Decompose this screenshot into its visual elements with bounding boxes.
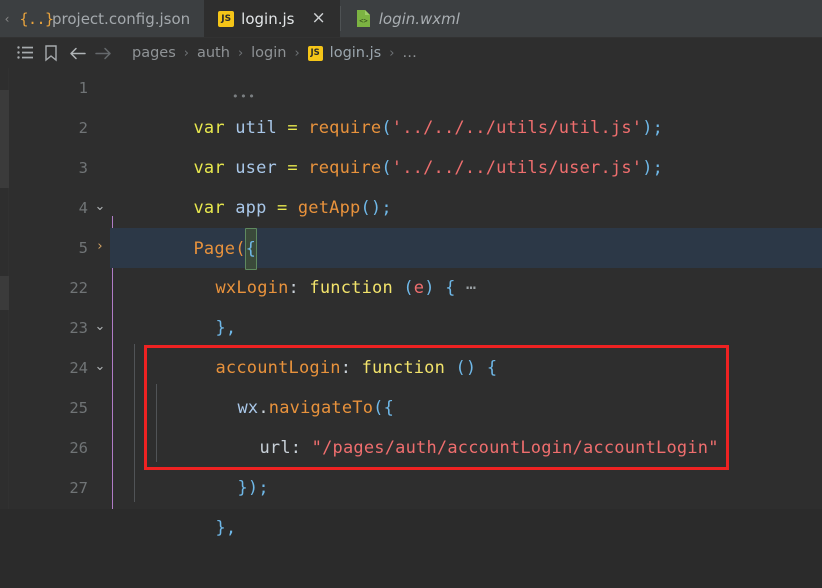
editor-tab-label: login.js: [241, 9, 295, 28]
marker-segment: [0, 276, 9, 310]
fold-expanded-icon[interactable]: ⌄: [92, 188, 108, 228]
breadcrumb-item-auth[interactable]: auth: [195, 45, 232, 61]
line-number: 25: [69, 399, 88, 417]
line-number: 1: [78, 79, 88, 97]
line-number: 5: [78, 239, 88, 257]
wxml-file-icon: <>: [355, 10, 372, 27]
code-line-3[interactable]: var app = getApp();: [110, 148, 392, 218]
navigate-back-icon[interactable]: [64, 42, 90, 64]
breadcrumb-item-login-js[interactable]: login.js: [328, 45, 384, 61]
token-operator: =: [276, 198, 288, 218]
line-number: 24: [69, 359, 88, 377]
editor-tab-login-js[interactable]: JS login.js ×: [204, 0, 340, 37]
fold-expanded-icon[interactable]: ⌄: [92, 348, 108, 388]
editor-marker-strip[interactable]: [0, 68, 9, 509]
editor-tab-project-config-json[interactable]: {..} project.config.json: [14, 0, 205, 37]
breadcrumb-path: pages › auth › login › JS login.js › …: [130, 45, 419, 61]
code-line-2[interactable]: var user = require('../../../utils/user.…: [110, 108, 663, 178]
code-line-26[interactable]: });: [154, 428, 269, 498]
folded-code-ellipsis[interactable]: ⋯: [466, 278, 476, 298]
token-brace: {: [486, 358, 498, 378]
token-function: getApp: [297, 198, 361, 218]
gutter-row: 23 ⌄: [9, 308, 110, 348]
editor-tab-label: project.config.json: [52, 9, 191, 28]
token-brace: },: [215, 518, 237, 538]
token-call: ();: [360, 198, 392, 218]
vscode-editor-window: ‹ {..} project.config.json JS login.js ×…: [0, 0, 822, 538]
code-editor[interactable]: 1 2 3 4 ⌄ 5 › 22 23 ⌄ 24 ⌄ 25 26 27 var …: [0, 68, 822, 538]
json-file-icon: {..}: [19, 9, 54, 28]
breadcrumb: pages › auth › login › JS login.js › …: [0, 38, 822, 68]
gutter-row: 1: [9, 68, 110, 108]
breadcrumb-item-pages[interactable]: pages: [130, 45, 178, 61]
gutter-row: 4 ⌄: [9, 188, 110, 228]
token-colon: :: [290, 438, 302, 458]
code-text-area[interactable]: var util = require('../../../utils/util.…: [110, 68, 822, 538]
gutter-row: 3: [9, 148, 110, 188]
gutter-row: 27: [9, 468, 110, 508]
editor-tab-label: login.wxml: [378, 9, 460, 28]
token-paren-close: ): [424, 278, 435, 298]
code-line-24[interactable]: wx.navigateTo({: [154, 348, 394, 418]
code-line-23[interactable]: accountLogin: function () {: [132, 308, 497, 378]
chevron-right-icon: ›: [294, 45, 300, 61]
code-line-1[interactable]: var util = require('../../../utils/util.…: [110, 68, 663, 138]
chevron-right-icon: ›: [183, 45, 189, 61]
breadcrumb-item-login[interactable]: login: [249, 45, 288, 61]
editor-tab-login-wxml[interactable]: <> login.wxml: [340, 0, 474, 37]
close-icon[interactable]: ×: [311, 10, 325, 27]
chevron-right-icon: ›: [389, 45, 395, 61]
fold-collapsed-icon[interactable]: ›: [92, 228, 108, 268]
line-number: 23: [69, 319, 88, 337]
gutter-row: 25: [9, 388, 110, 428]
editor-tab-bar: ‹ {..} project.config.json JS login.js ×…: [0, 0, 822, 38]
line-number: 22: [69, 279, 88, 297]
token-string: "/pages/auth/accountLogin/accountLogin": [311, 438, 719, 458]
fold-expanded-icon[interactable]: ⌄: [92, 308, 108, 348]
line-number: 27: [69, 479, 88, 497]
js-file-icon: JS: [307, 45, 323, 61]
gutter-row: 26: [9, 428, 110, 468]
token-brace: {: [445, 278, 456, 298]
marker-segment: [0, 90, 9, 188]
token-string: '../../../utils/user.js': [391, 158, 643, 178]
token-parens: (): [455, 358, 477, 378]
code-line-4[interactable]: Page({: [110, 188, 258, 270]
token-paren: (: [403, 278, 414, 298]
line-number: 3: [78, 159, 88, 177]
gutter-row: 22: [9, 268, 110, 308]
chevron-right-icon: ›: [237, 45, 244, 61]
breadcrumb-item-more[interactable]: …: [400, 45, 419, 61]
gutter-row: 2: [9, 108, 110, 148]
token-function-keyword: function: [309, 278, 393, 298]
code-line-25[interactable]: url: "/pages/auth/accountLogin/accountLo…: [176, 388, 719, 458]
js-file-icon: JS: [218, 10, 235, 27]
chevron-left-icon[interactable]: ‹: [0, 0, 14, 37]
line-number: 26: [69, 439, 88, 457]
gutter-row: 24 ⌄: [9, 348, 110, 388]
token-colon: :: [288, 278, 299, 298]
gutter-row: 5 ›: [9, 228, 110, 268]
structure-list-icon[interactable]: [12, 42, 38, 64]
navigate-forward-icon[interactable]: [90, 42, 116, 64]
token-close-call: });: [237, 478, 269, 498]
token-parameter: e: [413, 278, 425, 298]
bookmark-icon[interactable]: [38, 42, 64, 64]
line-number: 2: [78, 119, 88, 137]
code-line-22[interactable]: },: [132, 268, 236, 338]
token-paren-close: );: [642, 158, 664, 178]
code-line-27[interactable]: },: [132, 468, 236, 538]
line-number: 4: [78, 199, 88, 217]
svg-text:<>: <>: [359, 17, 367, 25]
inline-hint-dots[interactable]: •••: [232, 90, 256, 103]
editor-gutter[interactable]: 1 2 3 4 ⌄ 5 › 22 23 ⌄ 24 ⌄ 25 26 27: [9, 68, 110, 509]
code-line-5[interactable]: wxLogin: function (e) { ⋯: [132, 228, 476, 298]
